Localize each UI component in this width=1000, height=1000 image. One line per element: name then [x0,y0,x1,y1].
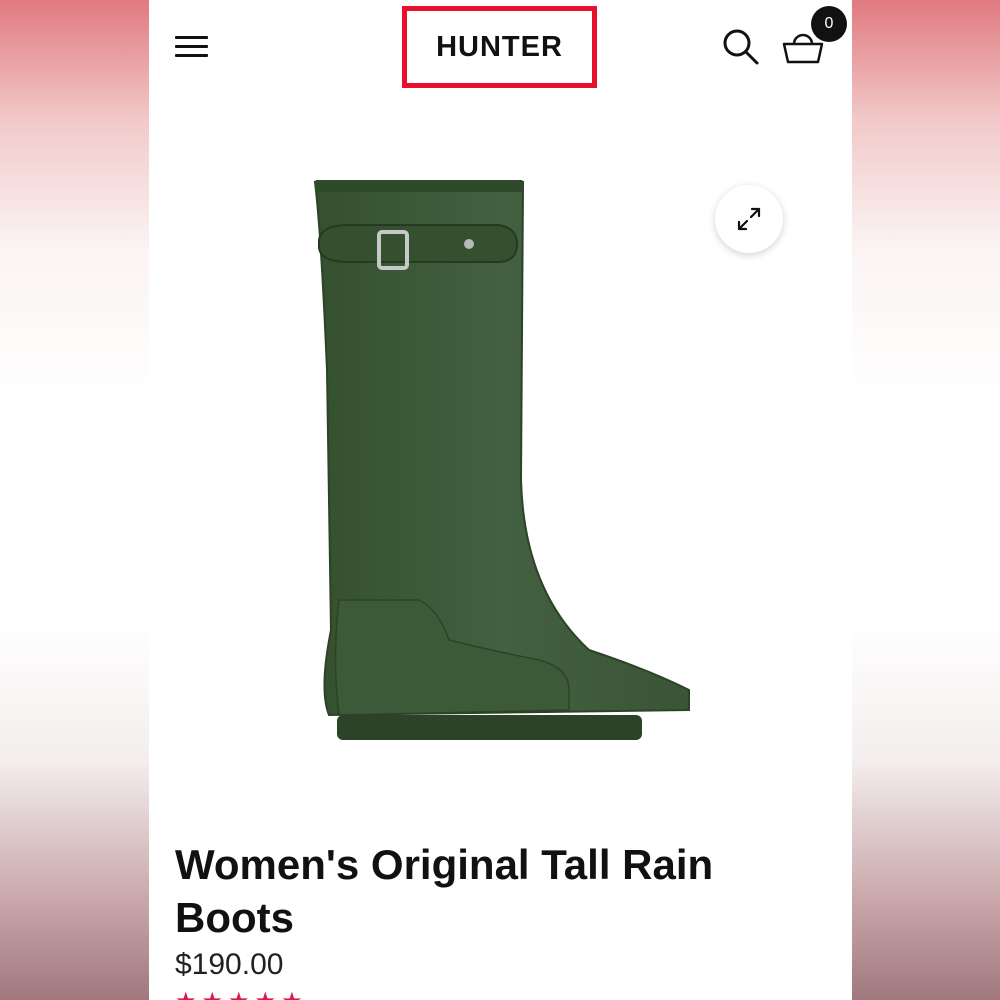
right-blur-background [852,0,1000,1000]
cart-count-badge: 0 [811,6,847,42]
hamburger-menu-icon[interactable] [175,34,209,60]
hunter-logo[interactable]: HUNTER [402,6,597,88]
search-icon[interactable] [721,27,761,67]
rating-stars[interactable]: ★★★★★ [175,990,308,1000]
product-image-boot[interactable] [299,170,699,770]
product-title: Women's Original Tall Rain Boots [175,841,714,941]
boot-rim [315,180,523,192]
site-header: HUNTER 0 [149,0,852,95]
strap-rivet [464,239,474,249]
left-blur-background [0,0,149,1000]
logo-text: HUNTER [436,30,563,63]
mobile-viewport[interactable]: HUNTER 0 Women's Original Tall Rain Boot… [149,0,852,1000]
product-price: $190.00 [175,948,284,981]
boot-strap [318,224,519,263]
expand-icon [737,207,761,231]
boot-sole [337,715,642,740]
expand-image-button[interactable] [715,185,783,253]
